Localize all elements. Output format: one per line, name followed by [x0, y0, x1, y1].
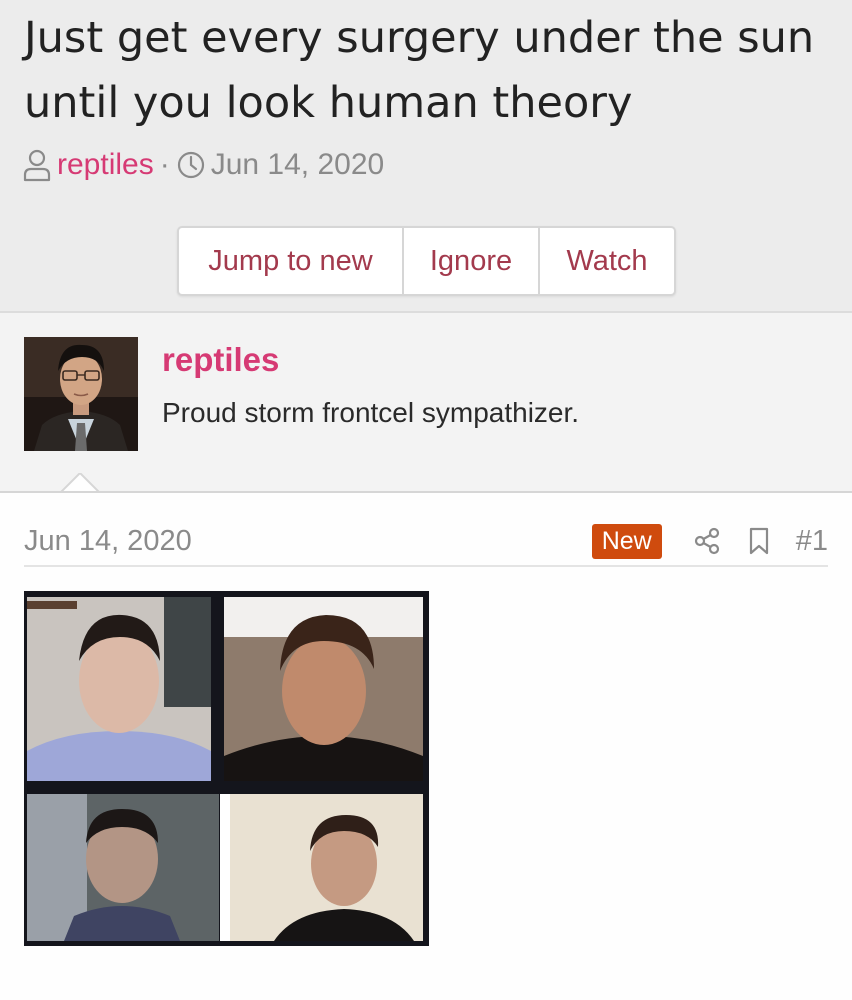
user-icon [22, 148, 52, 182]
post-date[interactable]: Jun 14, 2020 [24, 525, 592, 558]
message-pointer-arrow [60, 473, 100, 493]
thread-title: Just get every surgery under the sun unt… [24, 13, 815, 128]
jump-to-new-button[interactable]: Jump to new [179, 228, 404, 294]
share-icon[interactable] [692, 526, 722, 556]
post-meta-divider [24, 565, 828, 567]
bookmark-icon[interactable] [744, 526, 774, 556]
watch-button[interactable]: Watch [540, 228, 674, 294]
meta-separator: · [159, 148, 170, 181]
post-image[interactable] [24, 591, 429, 946]
new-badge: New [591, 523, 662, 559]
thread-author-link[interactable]: reptiles [57, 148, 154, 182]
thread-date[interactable]: Jun 14, 2020 [211, 148, 384, 182]
post-author-block: reptiles Proud storm frontcel sympathize… [0, 313, 852, 493]
avatar[interactable] [24, 337, 138, 451]
thread-meta: reptiles · Jun 14, 2020 [22, 145, 384, 185]
clock-icon [176, 148, 206, 182]
thread-action-buttons: Jump to new Ignore Watch [177, 226, 676, 296]
thread-header: Just get every surgery under the sun unt… [0, 0, 852, 313]
author-divider [0, 491, 852, 493]
post-author-name[interactable]: reptiles [162, 341, 279, 379]
post-meta-bar: Jun 14, 2020 New #1 [24, 518, 828, 564]
user-title: Proud storm frontcel sympathizer. [162, 397, 580, 428]
post-number-link[interactable]: #1 [796, 525, 828, 558]
ignore-button[interactable]: Ignore [404, 228, 540, 294]
